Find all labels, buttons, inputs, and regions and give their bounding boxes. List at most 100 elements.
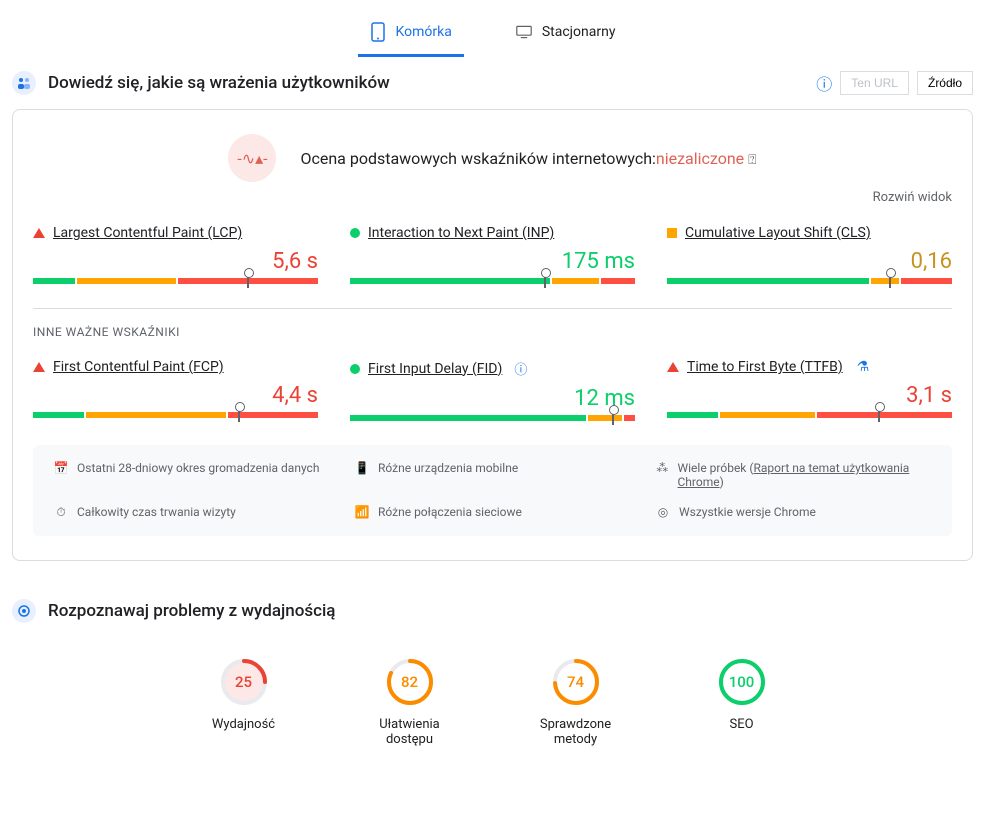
status-indicator-icon [33,362,45,372]
gauge-section-icon [12,599,36,623]
marker-icon [544,274,546,288]
assessment-status: niezaliczone [656,149,744,168]
metric-name[interactable]: Time to First Byte (TTFB) [687,359,843,375]
divider [33,308,952,309]
footer-item-text: Wiele próbek (Raport na temat użytkowani… [677,461,932,489]
gauge-circle: 82 [385,657,435,707]
tab-desktop-label: Stacjonarny [542,24,616,40]
header-controls: ⓘ Ten URL Źródło [816,71,973,95]
marker-icon [612,411,614,425]
distribution-bar [33,278,318,284]
footer-item: 📶 Różne połączenia sieciowe [354,505,631,520]
metric-name[interactable]: Cumulative Layout Shift (CLS) [685,225,871,241]
gauge-value: 82 [401,673,418,691]
footer-item: 📅 Ostatni 28-dniowy okres gromadzenia da… [53,461,330,489]
bar-seg-good [33,278,75,284]
footer-item: ⁂ Wiele próbek (Raport na temat użytkowa… [655,461,932,489]
expand-view-link[interactable]: Rozwiń widok [33,190,952,205]
btn-this-url[interactable]: Ten URL [840,71,909,95]
bar-seg-poor [601,278,635,284]
footer-item-icon: ◎ [655,505,671,519]
section-header-crux: Dowiedź się, jakie są wrażenia użytkowni… [0,57,985,109]
bar-seg-ok [588,415,622,421]
gauge-label: Ułatwienia dostępu [355,717,465,747]
assessment-text: Ocena podstawowych wskaźników internetow… [300,149,756,168]
metric-header: First Contentful Paint (FCP) [33,359,318,375]
gauge-item[interactable]: 25 Wydajność [189,657,299,747]
bar-seg-good [350,278,550,284]
crux-card: -∿▴- Ocena podstawowych wskaźników inter… [12,109,973,561]
distribution-bar [350,415,635,421]
metric-card: Interaction to Next Paint (INP) 175 ms [350,225,635,284]
marker-icon [889,274,891,288]
gauge-label: SEO [687,717,797,732]
footer-item-icon: 📱 [354,461,370,475]
gauge-value: 25 [235,673,252,691]
gauge-label: Sprawdzone metody [521,717,631,747]
gauge-label: Wydajność [189,717,299,732]
metric-card: First Input Delay (FID)ⓘ 12 ms [350,359,635,421]
metric-value: 4,4 s [33,383,318,408]
tab-mobile[interactable]: Komórka [358,16,464,57]
assessment-row: -∿▴- Ocena podstawowych wskaźników inter… [33,134,952,182]
tab-mobile-label: Komórka [396,24,452,40]
gauge-circle: 25 [219,657,269,707]
tab-desktop[interactable]: Stacjonarny [504,16,628,57]
gauge-value: 74 [567,673,584,691]
status-indicator-icon [667,362,679,372]
footer-item-text: Różne połączenia sieciowe [378,505,522,519]
flask-icon[interactable]: ⚗ [857,359,870,375]
device-tabs: Komórka Stacjonarny [0,0,985,57]
footer-item-text: Wszystkie wersje Chrome [679,505,816,519]
gauge-item[interactable]: 100 SEO [687,657,797,747]
metric-name[interactable]: Largest Contentful Paint (LCP) [53,225,242,241]
users-icon [12,71,36,95]
footer-item: ◎ Wszystkie wersje Chrome [655,505,932,520]
metric-name[interactable]: Interaction to Next Paint (INP) [368,225,554,241]
distribution-bar [350,278,635,284]
footer-link[interactable]: Raport na temat użytkowania Chrome [677,461,909,489]
marker-icon [238,408,240,422]
metric-value: 5,6 s [33,249,318,274]
metric-card: Cumulative Layout Shift (CLS) 0,16 [667,225,952,284]
metric-card: Time to First Byte (TTFB) ⚗ 3,1 s [667,359,952,421]
bar-seg-poor [817,412,952,418]
marker-icon [878,408,880,422]
marker-icon [247,274,249,288]
metric-header: First Input Delay (FID) ⓘ [350,359,635,378]
mobile-icon [370,24,386,40]
other-metrics-label: INNE WAŻNE WSKAŹNIKI [33,325,952,339]
metric-value: 3,1 s [667,383,952,408]
distribution-bar [667,412,952,418]
gauge-item[interactable]: 82 Ułatwienia dostępu [355,657,465,747]
metric-name[interactable]: First Contentful Paint (FCP) [53,359,224,375]
footer-item-icon: ⁂ [655,461,669,475]
footer-item: ⏱ Całkowity czas trwania wizyty [53,505,330,520]
bar-seg-poor [228,412,318,418]
metric-name[interactable]: First Input Delay (FID) [368,361,502,377]
distribution-bar [667,278,952,284]
footer-item-text: Różne urządzenia mobilne [378,461,518,475]
btn-source[interactable]: Źródło [917,71,973,95]
bar-seg-good [667,412,718,418]
bar-seg-ok [720,412,816,418]
footer-item-icon: 📅 [53,461,69,475]
help-icon[interactable]: ⍰ [748,152,756,168]
bar-seg-good [350,415,586,421]
footer-item-text: Ostatni 28-dniowy okres gromadzenia dany… [77,461,319,475]
status-indicator-icon [350,364,360,374]
gauge-value: 100 [729,673,755,691]
distribution-bar [33,412,318,418]
info-icon[interactable]: ⓘ [514,359,527,378]
status-indicator-icon [350,228,360,238]
info-icon[interactable]: ⓘ [816,71,832,95]
section-title-lighthouse: Rozpoznawaj problemy z wydajnością [48,601,973,621]
bar-seg-good [667,278,869,284]
footer-item-text: Całkowity czas trwania wizyty [77,505,236,519]
section-header-lighthouse: Rozpoznawaj problemy z wydajnością [0,585,985,637]
desktop-icon [516,24,532,40]
gauge-item[interactable]: 74 Sprawdzone metody [521,657,631,747]
gauges-row: 25 Wydajność 82 Ułatwienia dostępu 74 Sp… [0,637,985,747]
status-indicator-icon [33,228,45,238]
footer-info: 📅 Ostatni 28-dniowy okres gromadzenia da… [33,445,952,536]
